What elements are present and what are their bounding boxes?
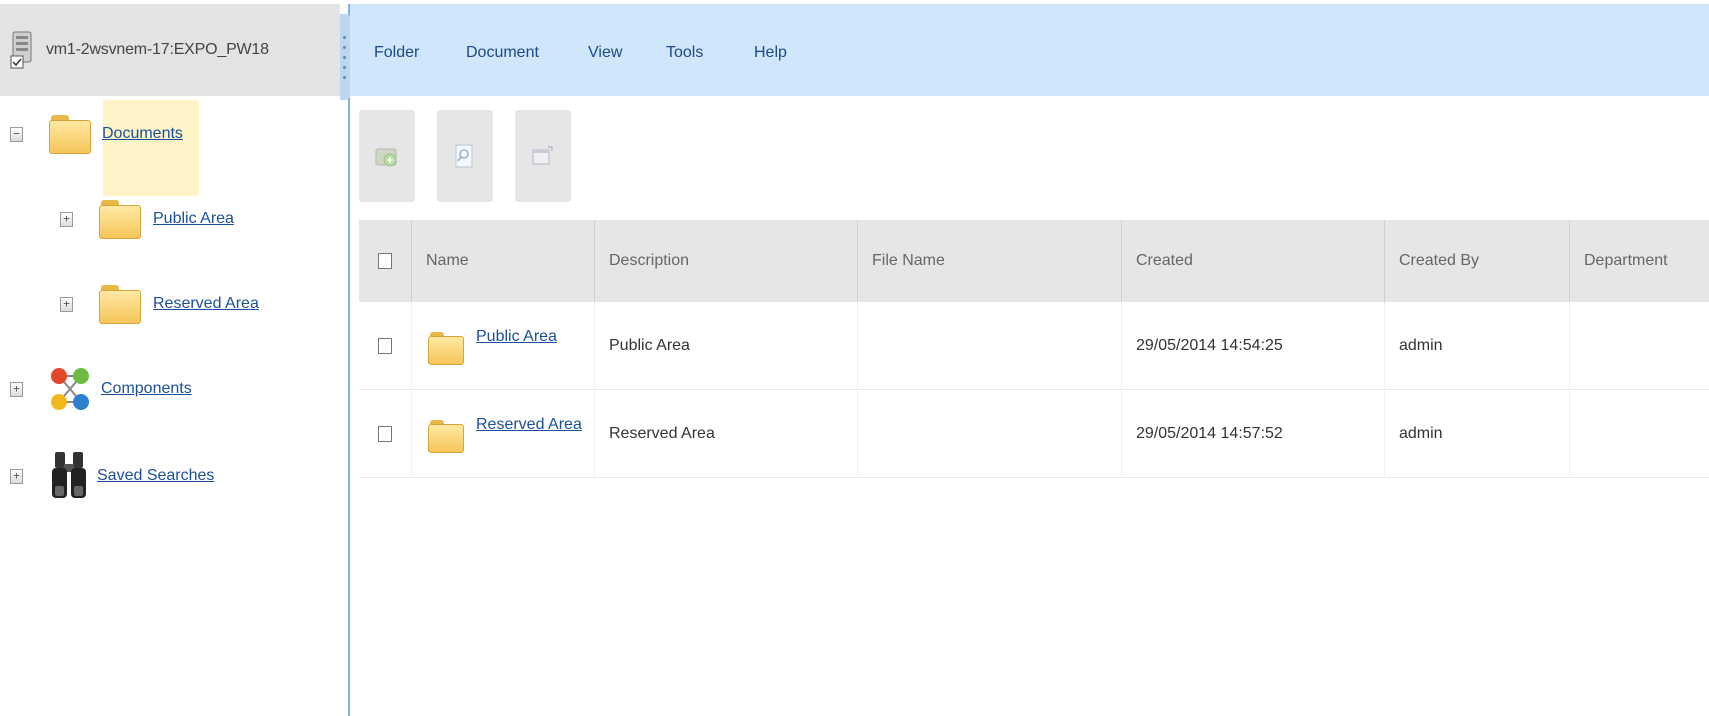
expand-icon[interactable]: + bbox=[60, 211, 73, 227]
row-checkbox[interactable] bbox=[378, 338, 392, 354]
folder-icon bbox=[428, 418, 464, 454]
add-folder-button[interactable] bbox=[359, 110, 415, 202]
expand-icon[interactable]: + bbox=[10, 381, 23, 397]
binoculars-icon bbox=[52, 452, 86, 498]
expand-icon[interactable]: + bbox=[10, 468, 23, 484]
folder-icon bbox=[49, 113, 91, 155]
menu-help[interactable]: Help bbox=[754, 44, 787, 62]
menu-folder[interactable]: Folder bbox=[374, 44, 419, 62]
server-icon bbox=[10, 31, 32, 69]
components-icon bbox=[51, 368, 89, 410]
column-header-description[interactable]: Description bbox=[595, 220, 858, 302]
tree-label-documents[interactable]: Documents bbox=[102, 125, 183, 143]
tree-label-public-area[interactable]: Public Area bbox=[153, 210, 234, 228]
department-cell bbox=[1570, 302, 1709, 390]
menu-view[interactable]: View bbox=[588, 44, 622, 62]
table-row[interactable]: Reserved Area Reserved Area 29/05/2014 1… bbox=[359, 390, 1709, 478]
splitter-grip[interactable] bbox=[340, 14, 350, 100]
file-name-cell bbox=[858, 302, 1122, 390]
created-by-cell: admin bbox=[1385, 390, 1570, 478]
file-name-cell bbox=[858, 390, 1122, 478]
tree-node-reserved-area[interactable]: + Reserved Area bbox=[60, 283, 259, 325]
server-header: vm1-2wsvnem-17:EXPO_PW18 bbox=[0, 4, 340, 96]
column-header-created-by[interactable]: Created By bbox=[1385, 220, 1570, 302]
tree-node-public-area[interactable]: + Public Area bbox=[60, 198, 234, 240]
column-header-name[interactable]: Name bbox=[412, 220, 595, 302]
server-label: vm1-2wsvnem-17:EXPO_PW18 bbox=[46, 41, 269, 58]
created-by-cell: admin bbox=[1385, 302, 1570, 390]
menu-tools[interactable]: Tools bbox=[666, 44, 703, 62]
tree-node-saved-searches[interactable]: + Saved Searches bbox=[10, 450, 214, 502]
tree-node-components[interactable]: + Components bbox=[10, 364, 192, 414]
properties-icon bbox=[532, 146, 553, 165]
folder-tree-panel: vm1-2wsvnem-17:EXPO_PW18 − Documents + P… bbox=[0, 0, 348, 716]
description-cell: Public Area bbox=[595, 302, 858, 390]
tree-label-reserved-area[interactable]: Reserved Area bbox=[153, 295, 259, 313]
name-cell: Reserved Area bbox=[412, 390, 595, 478]
tree-node-documents[interactable]: − Documents bbox=[10, 113, 183, 155]
folder-icon bbox=[428, 330, 464, 366]
expand-icon[interactable]: + bbox=[60, 296, 73, 312]
properties-button[interactable] bbox=[515, 110, 571, 202]
menu-document[interactable]: Document bbox=[466, 44, 539, 62]
column-header-department[interactable]: Department bbox=[1570, 220, 1709, 302]
column-header-created[interactable]: Created bbox=[1122, 220, 1385, 302]
select-all-cell bbox=[359, 220, 412, 302]
row-name-link[interactable]: Public Area bbox=[476, 328, 557, 346]
description-cell: Reserved Area bbox=[595, 390, 858, 478]
table-row[interactable]: Public Area Public Area 29/05/2014 14:54… bbox=[359, 302, 1709, 390]
column-header-file-name[interactable]: File Name bbox=[858, 220, 1122, 302]
menu-bar: Folder Document View Tools Help bbox=[350, 4, 1709, 96]
tree-label-components[interactable]: Components bbox=[101, 380, 192, 398]
search-button[interactable] bbox=[437, 110, 493, 202]
add-folder-icon bbox=[375, 148, 397, 167]
search-icon bbox=[455, 144, 473, 168]
grid-header: Name Description File Name Created Creat… bbox=[359, 220, 1709, 302]
row-select-cell bbox=[359, 390, 412, 478]
created-cell: 29/05/2014 14:57:52 bbox=[1122, 390, 1385, 478]
folder-icon bbox=[99, 283, 141, 325]
row-select-cell bbox=[359, 302, 412, 390]
name-cell: Public Area bbox=[412, 302, 595, 390]
select-all-checkbox[interactable] bbox=[378, 253, 392, 269]
panel-splitter[interactable] bbox=[340, 4, 350, 716]
collapse-icon[interactable]: − bbox=[10, 126, 23, 142]
folder-icon bbox=[99, 198, 141, 240]
department-cell bbox=[1570, 390, 1709, 478]
row-name-link[interactable]: Reserved Area bbox=[476, 416, 582, 434]
row-checkbox[interactable] bbox=[378, 426, 392, 442]
created-cell: 29/05/2014 14:54:25 bbox=[1122, 302, 1385, 390]
tree-label-saved-searches[interactable]: Saved Searches bbox=[97, 467, 214, 485]
